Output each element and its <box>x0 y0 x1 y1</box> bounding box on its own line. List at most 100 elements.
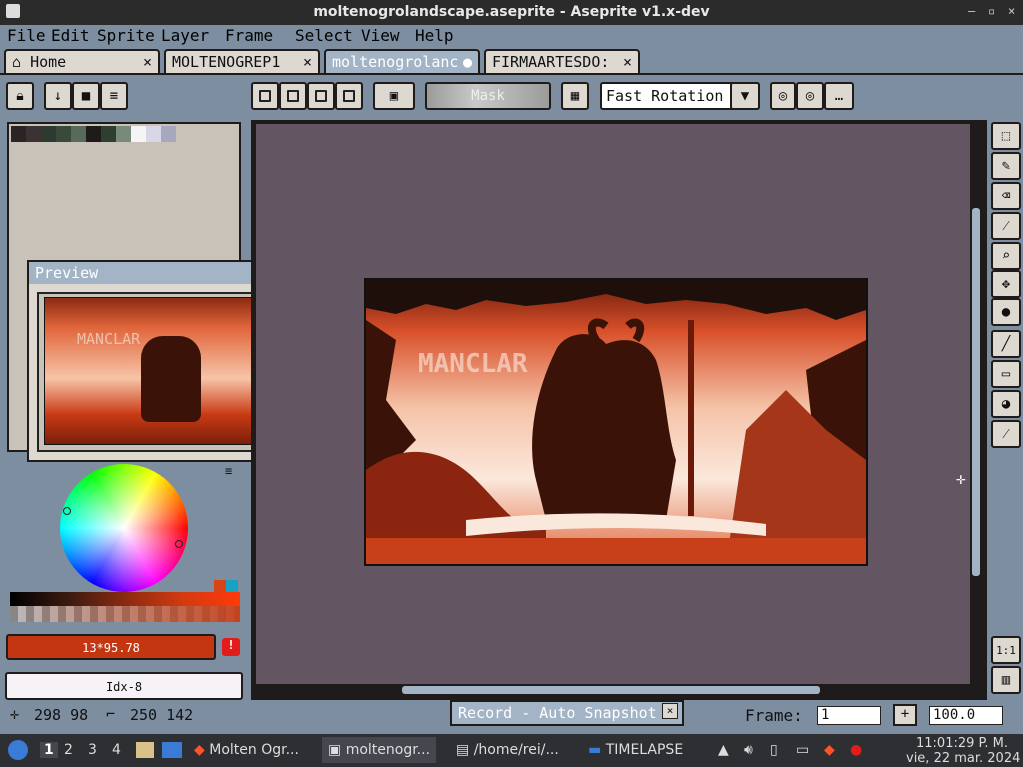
menu-sprite[interactable]: Sprite <box>97 26 155 45</box>
palette-swatch[interactable] <box>131 126 146 142</box>
blur-tool[interactable]: ⁄ <box>991 420 1021 448</box>
files-tray-icon[interactable]: ▭ <box>796 742 809 758</box>
palette-swatch[interactable] <box>101 126 116 142</box>
palette-swatch[interactable] <box>11 126 26 142</box>
fg-color-swatch[interactable] <box>214 580 226 592</box>
palette-swatch[interactable] <box>161 126 176 142</box>
pencil-tool[interactable]: ✎ <box>991 152 1021 180</box>
selection-subtract-button[interactable] <box>307 82 335 110</box>
shade-bar[interactable] <box>10 592 240 606</box>
menu-layer[interactable]: Layer <box>161 26 209 45</box>
dock-button[interactable]: ↓ <box>44 82 72 110</box>
color-panel-menu-icon[interactable]: ≡ <box>225 464 232 478</box>
tab-home[interactable]: ⌂ Home × <box>4 49 160 73</box>
terminal-icon: ▤ <box>456 742 470 758</box>
menu-edit[interactable]: Edit <box>51 26 90 45</box>
eyedropper-icon: ⁄ <box>1004 217 1008 234</box>
menu-icon: ≡ <box>109 88 119 104</box>
alpha-bar[interactable] <box>10 606 240 622</box>
palette-swatch[interactable] <box>56 126 71 142</box>
options-button[interactable]: ≡ <box>100 82 128 110</box>
zoom-input[interactable]: 100.0 <box>929 706 1003 725</box>
film-icon: ▥ <box>1001 672 1011 688</box>
palette-swatch[interactable] <box>146 126 161 142</box>
task-aseprite[interactable]: ▣ moltenogr... <box>322 737 437 763</box>
unsaved-dot-icon[interactable]: ● <box>463 53 472 71</box>
line-tool[interactable]: ╱ <box>991 330 1021 358</box>
eraser-tool[interactable]: ⌫ <box>991 182 1021 210</box>
tab-moltenogrep1[interactable]: MOLTENOGREP1 × <box>164 49 320 73</box>
workspace-3[interactable]: 3 <box>88 742 97 758</box>
maximize-button[interactable]: ▫ <box>988 4 995 18</box>
color-wheel[interactable] <box>60 464 188 592</box>
workspace-2[interactable]: 2 <box>64 742 73 758</box>
desktop-launcher-icon[interactable] <box>162 742 182 758</box>
selection-subtract-icon <box>315 90 327 102</box>
close-icon[interactable]: × <box>303 53 312 71</box>
palette-swatch[interactable] <box>41 126 56 142</box>
background-color-field[interactable]: Idx-8 <box>5 672 243 700</box>
menu-help[interactable]: Help <box>415 26 454 45</box>
rotation-dropdown-button[interactable]: ▼ <box>730 82 760 110</box>
palette-swatch[interactable] <box>71 126 86 142</box>
tab-firmaartesdos[interactable]: FIRMAARTESDO: × <box>484 49 640 73</box>
menu-view[interactable]: View <box>361 26 400 45</box>
workspace-4[interactable]: 4 <box>112 742 121 758</box>
task-browser[interactable]: ◆ Molten Ogr... <box>194 742 299 758</box>
warning-icon[interactable]: ! <box>222 638 240 656</box>
vertical-scrollbar[interactable] <box>972 208 980 576</box>
palette-swatch[interactable] <box>26 126 41 142</box>
pin-button[interactable]: ■ <box>72 82 100 110</box>
foreground-color-field[interactable]: 13*95.78 <box>6 634 216 660</box>
selection-intersect-button[interactable] <box>335 82 363 110</box>
frame-input[interactable]: 1 <box>817 706 881 725</box>
tab-moltenogrolandscape[interactable]: moltenogrolanc ● <box>324 49 480 73</box>
selection-replace-button[interactable] <box>251 82 279 110</box>
palette-swatch[interactable] <box>86 126 101 142</box>
actual-size-button[interactable]: 1:1 <box>991 636 1021 664</box>
transform-option-2[interactable]: ◎ <box>796 82 824 110</box>
move-tool[interactable]: ✥ <box>991 270 1021 298</box>
menu-frame[interactable]: Frame <box>225 26 273 45</box>
eyedropper-tool[interactable]: ⁄ <box>991 212 1021 240</box>
paint-bucket-tool[interactable]: ● <box>991 298 1021 326</box>
files-launcher-icon[interactable] <box>136 742 154 758</box>
clipboard-icon[interactable]: ▯ <box>770 742 778 758</box>
menu-select[interactable]: Select <box>295 26 353 45</box>
start-menu-icon[interactable] <box>8 740 28 760</box>
lock-button[interactable]: 🔒︎ <box>6 82 34 110</box>
workspace-1[interactable]: 1 <box>40 742 58 758</box>
transform-option-1[interactable]: ◎ <box>770 82 796 110</box>
crosshair-cursor: ✛ <box>956 469 966 488</box>
record-close-button[interactable]: × <box>662 703 678 719</box>
volume-icon[interactable]: 🔊︎ <box>744 742 753 758</box>
minimize-button[interactable]: – <box>968 4 975 18</box>
zoom-tool[interactable]: ⌕ <box>991 242 1021 270</box>
palette-swatch[interactable] <box>116 126 131 142</box>
record-panel[interactable]: Record - Auto Snapshot <box>450 700 684 726</box>
more-options-button[interactable]: … <box>824 82 854 110</box>
sprite-canvas[interactable]: MANCLAR <box>364 278 868 566</box>
task-folder[interactable]: ▬ TIMELAPSE <box>588 742 683 758</box>
tray-expand-icon[interactable]: ▲ <box>718 742 729 758</box>
brave-tray-icon[interactable]: ◆ <box>824 742 835 758</box>
task-terminal[interactable]: ▤ /home/rei/... <box>456 742 559 758</box>
notification-icon[interactable]: ● <box>850 742 862 758</box>
rectangle-tool[interactable]: ▭ <box>991 360 1021 388</box>
pivot-button[interactable]: ▣ <box>373 82 415 110</box>
grid-options-button[interactable]: ▦ <box>561 82 589 110</box>
frame-value: 1 <box>821 707 830 723</box>
timeline-button[interactable]: ▥ <box>991 666 1021 694</box>
tab-label: FIRMAARTESDO: <box>492 53 610 71</box>
close-window-button[interactable]: × <box>1008 4 1015 18</box>
horizontal-scrollbar[interactable] <box>402 686 820 694</box>
add-frame-button[interactable]: + <box>893 704 917 726</box>
contour-tool[interactable]: ◕ <box>991 390 1021 418</box>
transparent-mask-slider[interactable]: Mask <box>425 82 551 110</box>
marquee-tool[interactable]: ⬚ <box>991 122 1021 150</box>
bg-color-swatch[interactable] <box>226 580 238 592</box>
menu-file[interactable]: File <box>7 26 46 45</box>
close-icon[interactable]: × <box>623 53 632 71</box>
selection-add-button[interactable] <box>279 82 307 110</box>
close-icon[interactable]: × <box>143 53 152 71</box>
